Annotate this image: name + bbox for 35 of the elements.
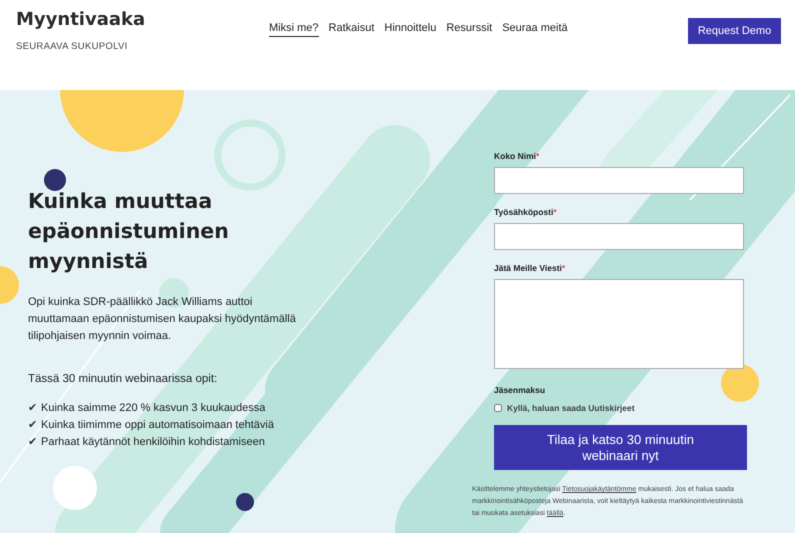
group-label: Jäsenmaksu: [494, 385, 546, 395]
nav-link[interactable]: Hinnoittelu: [384, 22, 436, 37]
circle-shape: [44, 169, 66, 191]
hero-intro: Opi kuinka SDR-päällikkö Jack Williams auttoi muuttamaan epäonnistumisen kaupaksi hyödyntämällä tilipohjaisen myynnin voimaa.: [28, 295, 297, 344]
nav-link[interactable]: Resurssit: [446, 22, 492, 37]
check-icon: ✔: [28, 417, 37, 434]
check-icon: ✔: [28, 434, 37, 451]
nav-link[interactable]: Miksi me?: [269, 22, 319, 37]
brand-name[interactable]: Myyntivaaka: [16, 9, 266, 30]
message-field[interactable]: [494, 279, 744, 369]
input-field[interactable]: [494, 223, 744, 250]
bullet-text: Parhaat käytännöt henkilöihin kohdistamiseen: [41, 435, 265, 450]
field-label: Koko Nimi*: [494, 151, 540, 161]
input-field[interactable]: [494, 167, 744, 194]
required-mark: *: [536, 151, 540, 161]
ring-shape: [214, 120, 286, 190]
bullet-text: Kuinka saimme 220 % kasvun 3 kuukaudessa: [41, 401, 266, 416]
required-mark: *: [553, 207, 557, 217]
field-label: Työsähköposti*: [494, 207, 558, 217]
request-demo-button[interactable]: Request Demo: [688, 18, 781, 44]
brand-tagline: SEURAAVA SUKUPOLVI: [16, 41, 129, 52]
nav-link[interactable]: Seuraa meitä: [502, 22, 568, 37]
required-mark: *: [562, 263, 566, 273]
checkbox-label: Kyllä, haluan saada Uutiskirjeet: [507, 403, 635, 413]
newsletter-checkbox[interactable]: [494, 404, 502, 412]
hero-title: Kuinka muuttaa epäonnistuminen myynnistä: [28, 188, 230, 275]
check-icon: ✔: [28, 400, 37, 417]
bullet-text: Kuinka tiimimme oppi automatisoimaan tehtäviä: [41, 418, 274, 433]
nav-link[interactable]: Ratkaisut: [328, 22, 374, 37]
circle-shape: [53, 466, 97, 510]
list-heading: Tässä 30 minuutin webinaarissa opit:: [28, 373, 218, 385]
field-label: Jätä Meille Viesti*: [494, 263, 566, 273]
submit-button[interactable]: Tilaa ja katso 30 minuutin webinaari nyt: [494, 425, 747, 470]
circle-shape: [721, 364, 759, 402]
circle-shape: [236, 493, 254, 511]
